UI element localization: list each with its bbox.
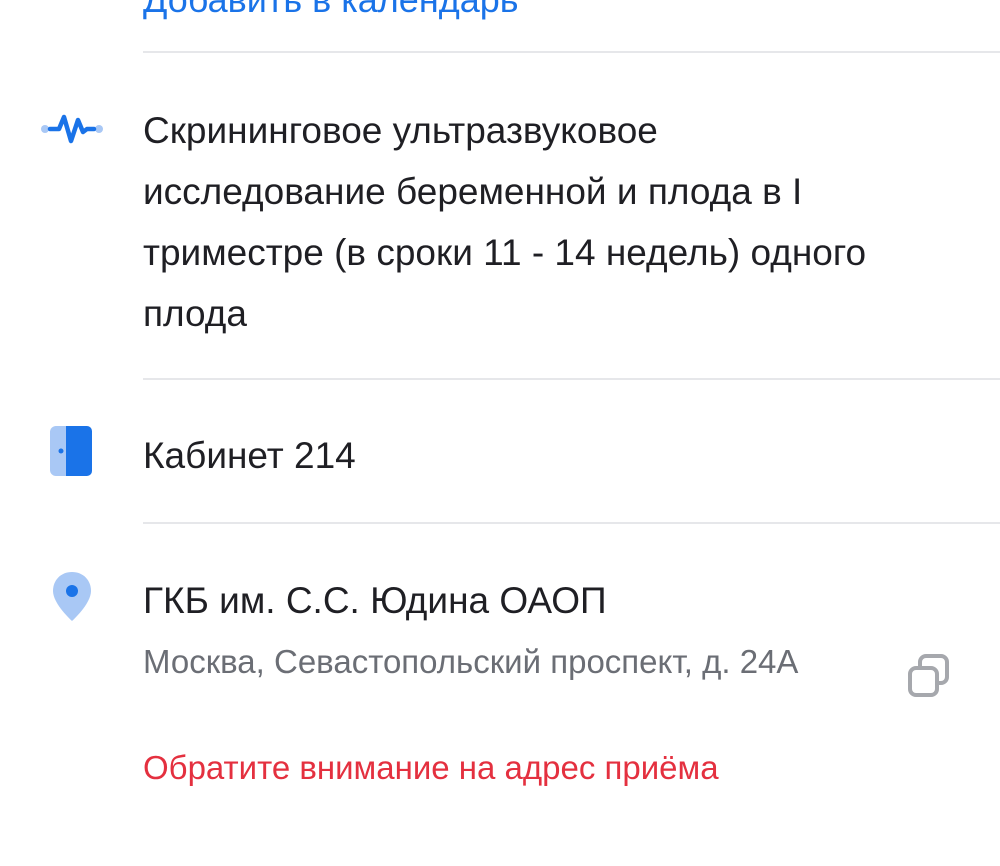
door-icon <box>50 426 92 476</box>
location-pin-icon <box>53 572 91 621</box>
divider <box>143 522 1000 524</box>
add-to-calendar-link[interactable]: Добавить в календарь <box>143 0 519 22</box>
service-title: Скрининговое ультразвуковое исследование… <box>143 110 867 334</box>
pulse-icon <box>41 114 103 144</box>
copy-address-button[interactable] <box>900 653 956 703</box>
clinic-name: ГКБ им. С.С. Юдина ОАОП <box>143 580 607 621</box>
copy-icon <box>908 654 949 697</box>
divider <box>143 378 1000 380</box>
room-label: Кабинет 214 <box>143 435 356 476</box>
clinic-address: Москва, Севастопольский проспект, д. 24А <box>143 643 799 680</box>
address-warning: Обратите внимание на адрес приёма <box>143 749 719 786</box>
divider <box>143 51 1000 53</box>
